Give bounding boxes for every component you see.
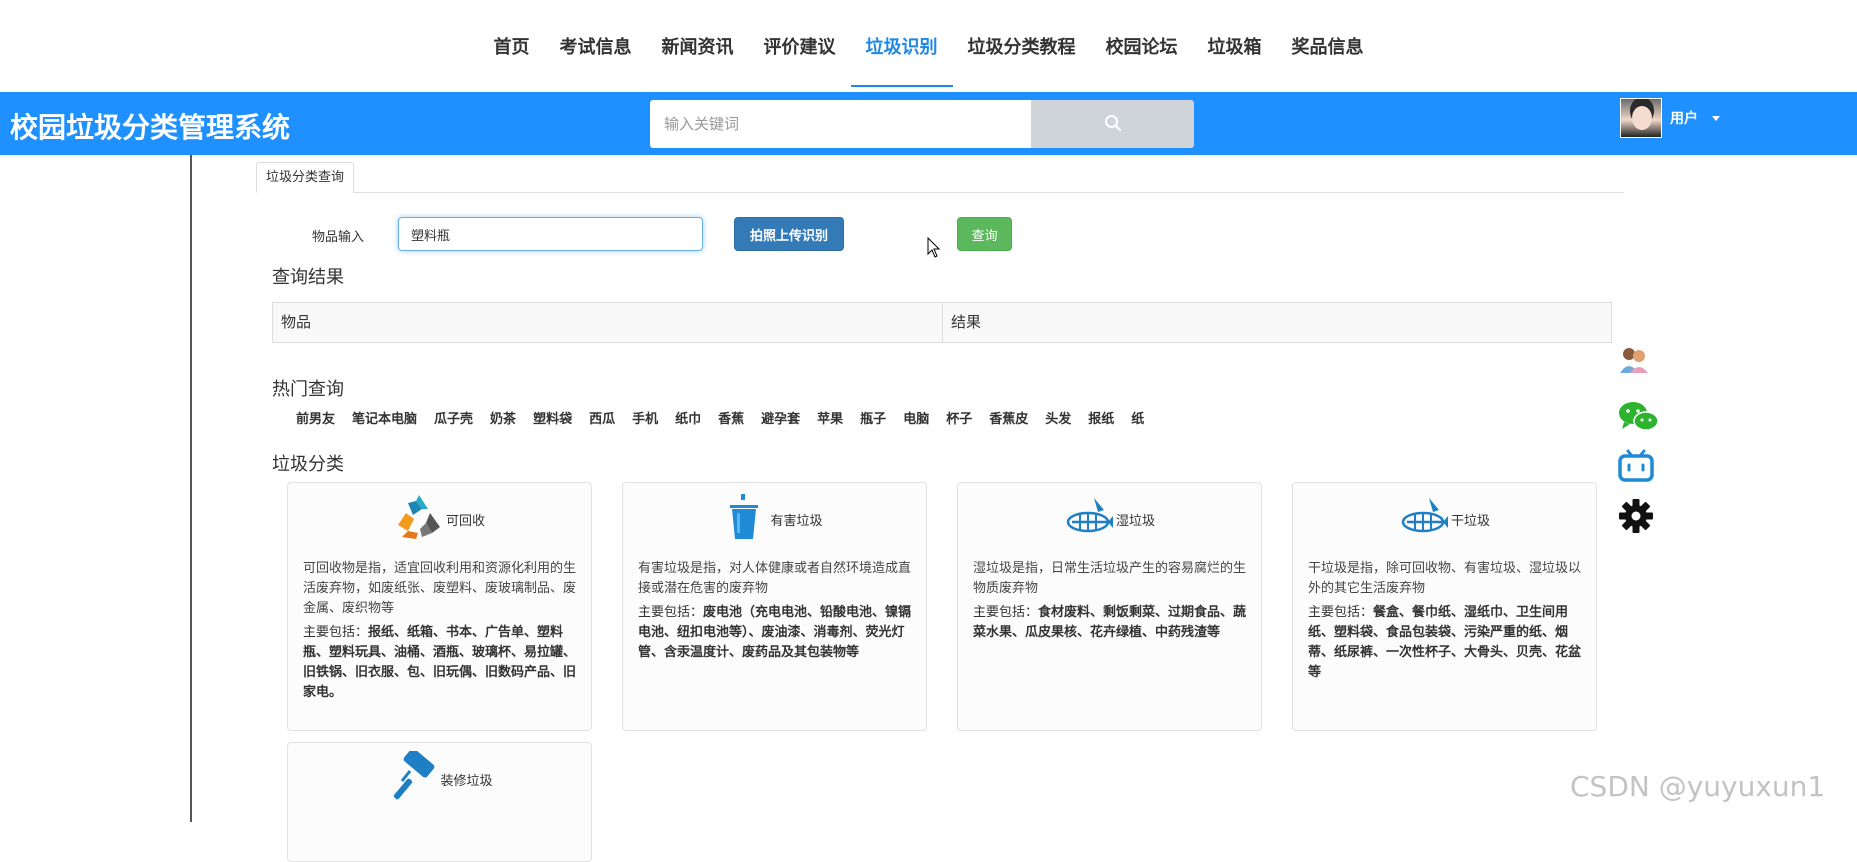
card-title: 装修垃圾	[440, 773, 493, 789]
card-includes-label: 主要包括：	[638, 605, 704, 620]
results-table: 物品 结果	[272, 302, 1612, 343]
card-header: 湿垃圾	[958, 493, 1261, 545]
card-title: 干垃圾	[1450, 513, 1490, 529]
wechat-icon[interactable]	[1618, 400, 1660, 438]
card-description: 有害垃圾是指，对人体健康或者自然环境造成直接或潜在危害的废弃物	[638, 561, 912, 596]
card-description: 干垃圾是指，除可回收物、有害垃圾、湿垃圾以外的其它生活废弃物	[1308, 561, 1582, 596]
card-includes: 主要包括：餐盒、餐巾纸、湿纸巾、卫生间用纸、塑料袋、食品包装袋、污染严重的纸、烟…	[1308, 603, 1586, 683]
query-form: 物品输入 拍照上传识别 查询	[192, 217, 1592, 253]
category-card-hazardous[interactable]: 有害垃圾 有害垃圾是指，对人体健康或者自然环境造成直接或潜在危害的废弃物 主要包…	[622, 482, 927, 731]
card-description: 可回收物是指，适宜回收利用和资源化利用的生活废弃物，如废纸张、废塑料、废玻璃制品…	[303, 561, 577, 616]
user-menu[interactable]: 用户	[1620, 98, 1720, 138]
mouse-cursor-icon	[927, 236, 941, 263]
hot-query-item[interactable]: 电脑	[903, 408, 929, 427]
hot-query-item[interactable]: 西瓜	[589, 408, 615, 427]
hot-query-item[interactable]: 杯子	[946, 408, 972, 427]
results-column-result: 结果	[951, 313, 982, 331]
bilibili-icon[interactable]	[1618, 449, 1654, 487]
avatar[interactable]	[1620, 98, 1662, 138]
search-bar	[650, 100, 1194, 148]
nav-item-bins[interactable]: 垃圾箱	[1193, 0, 1277, 92]
category-title: 垃圾分类	[272, 454, 344, 475]
search-icon	[1104, 114, 1122, 135]
card-title: 湿垃圾	[1115, 513, 1155, 529]
category-card-dry[interactable]: 干垃圾 干垃圾是指，除可回收物、有害垃圾、湿垃圾以外的其它生活废弃物 主要包括：…	[1292, 482, 1597, 731]
hot-query-item[interactable]: 笔记本电脑	[352, 408, 417, 427]
fish-bone-icon	[1064, 494, 1114, 544]
results-column-item: 物品	[273, 303, 943, 342]
card-includes-label: 主要包括：	[303, 625, 369, 640]
card-includes-label: 主要包括：	[1308, 605, 1374, 620]
card-description: 湿垃圾是指，日常生活垃圾产生的容易腐烂的生物质废弃物	[973, 561, 1247, 596]
chat-users-icon[interactable]	[1618, 345, 1650, 379]
card-header: 有害垃圾	[623, 493, 926, 545]
settings-gear-icon[interactable]	[1618, 498, 1654, 538]
tab-garbage-query[interactable]: 垃圾分类查询	[256, 162, 355, 193]
card-includes: 主要包括：废电池（充电电池、铅酸电池、镍镉电池、纽扣电池等）、废油漆、消毒剂、荧…	[638, 603, 916, 663]
card-header: 干垃圾	[1293, 493, 1596, 545]
card-includes: 主要包括：食材废料、剩饭剩菜、过期食品、蔬菜水果、瓜皮果核、花卉绿植、中药残渣等	[973, 603, 1251, 643]
hot-query-item[interactable]: 避孕套	[761, 408, 800, 427]
hot-query-item[interactable]: 头发	[1045, 408, 1071, 427]
category-card-renovation[interactable]: 装修垃圾	[287, 742, 592, 862]
nav-item-tutorial[interactable]: 垃圾分类教程	[953, 0, 1091, 92]
nav-item-forum[interactable]: 校园论坛	[1091, 0, 1193, 92]
card-header: 可回收	[288, 493, 591, 545]
results-title: 查询结果	[272, 267, 344, 288]
site-title: 校园垃圾分类管理系统	[10, 111, 291, 144]
nav-item-home[interactable]: 首页	[479, 0, 545, 92]
hot-query-item[interactable]: 手机	[632, 408, 658, 427]
top-nav: 首页 考试信息 新闻资讯 评价建议 垃圾识别 垃圾分类教程 校园论坛 垃圾箱 奖…	[0, 0, 1857, 92]
hot-query-item[interactable]: 苹果	[817, 408, 843, 427]
tab-bar: 垃圾分类查询	[256, 162, 1624, 193]
header-bar: 校园垃圾分类管理系统 用户	[0, 92, 1857, 155]
card-header: 装修垃圾	[288, 748, 591, 807]
user-name[interactable]: 用户	[1670, 108, 1698, 128]
nav-item-exam-info[interactable]: 考试信息	[545, 0, 647, 92]
nav-item-news[interactable]: 新闻资讯	[647, 0, 749, 92]
hot-query-item[interactable]: 香蕉	[718, 408, 744, 427]
main-panel: 垃圾分类查询 物品输入 拍照上传识别 查询 查询结果 物品 结果 热门查询 前男…	[190, 155, 1687, 862]
hot-query-item[interactable]: 香蕉皮	[989, 408, 1028, 427]
nav-item-prizes[interactable]: 奖品信息	[1277, 0, 1379, 92]
hot-query-item[interactable]: 前男友	[296, 408, 335, 427]
hot-query-item[interactable]: 瓜子壳	[434, 408, 473, 427]
hot-query-item[interactable]: 纸	[1131, 408, 1144, 427]
card-title: 可回收	[445, 513, 485, 529]
search-input[interactable]	[650, 100, 1031, 148]
category-card-wet[interactable]: 湿垃圾 湿垃圾是指，日常生活垃圾产生的容易腐烂的生物质废弃物 主要包括：食材废料…	[957, 482, 1262, 731]
card-includes: 主要包括：报纸、纸箱、书本、广告单、塑料瓶、塑料玩具、油桶、酒瓶、玻璃杯、易拉罐…	[303, 623, 581, 703]
hot-query-item[interactable]: 报纸	[1088, 408, 1114, 427]
photo-upload-button[interactable]: 拍照上传识别	[734, 217, 844, 251]
hot-query-title: 热门查询	[272, 379, 344, 400]
chevron-down-icon[interactable]	[1712, 115, 1720, 121]
card-title: 有害垃圾	[770, 513, 823, 529]
hot-query-item[interactable]: 瓶子	[860, 408, 886, 427]
nav-item-garbage-recognition[interactable]: 垃圾识别	[850, 0, 953, 92]
recycle-icon	[394, 493, 444, 545]
nav-item-feedback[interactable]: 评价建议	[749, 0, 851, 92]
fish-bone-icon	[1399, 494, 1449, 544]
item-input-label: 物品输入	[312, 230, 365, 245]
query-button[interactable]: 查询	[957, 217, 1012, 251]
category-card-recyclable[interactable]: 可回收 可回收物是指，适宜回收利用和资源化利用的生活废弃物，如废纸张、废塑料、废…	[287, 482, 592, 731]
item-input[interactable]	[398, 217, 703, 251]
hot-query-item[interactable]: 奶茶	[490, 408, 516, 427]
hazardous-bin-icon	[726, 493, 762, 545]
paint-roller-icon	[386, 748, 438, 807]
watermark: CSDN @yuyuxun1	[1570, 770, 1826, 803]
hot-query-item[interactable]: 塑料袋	[533, 408, 572, 427]
search-button[interactable]	[1031, 100, 1194, 148]
hot-query-list: 前男友 笔记本电脑 瓜子壳 奶茶 塑料袋 西瓜 手机 纸巾 香蕉 避孕套 苹果 …	[296, 408, 1161, 427]
card-includes-label: 主要包括：	[973, 605, 1039, 620]
hot-query-item[interactable]: 纸巾	[675, 408, 701, 427]
